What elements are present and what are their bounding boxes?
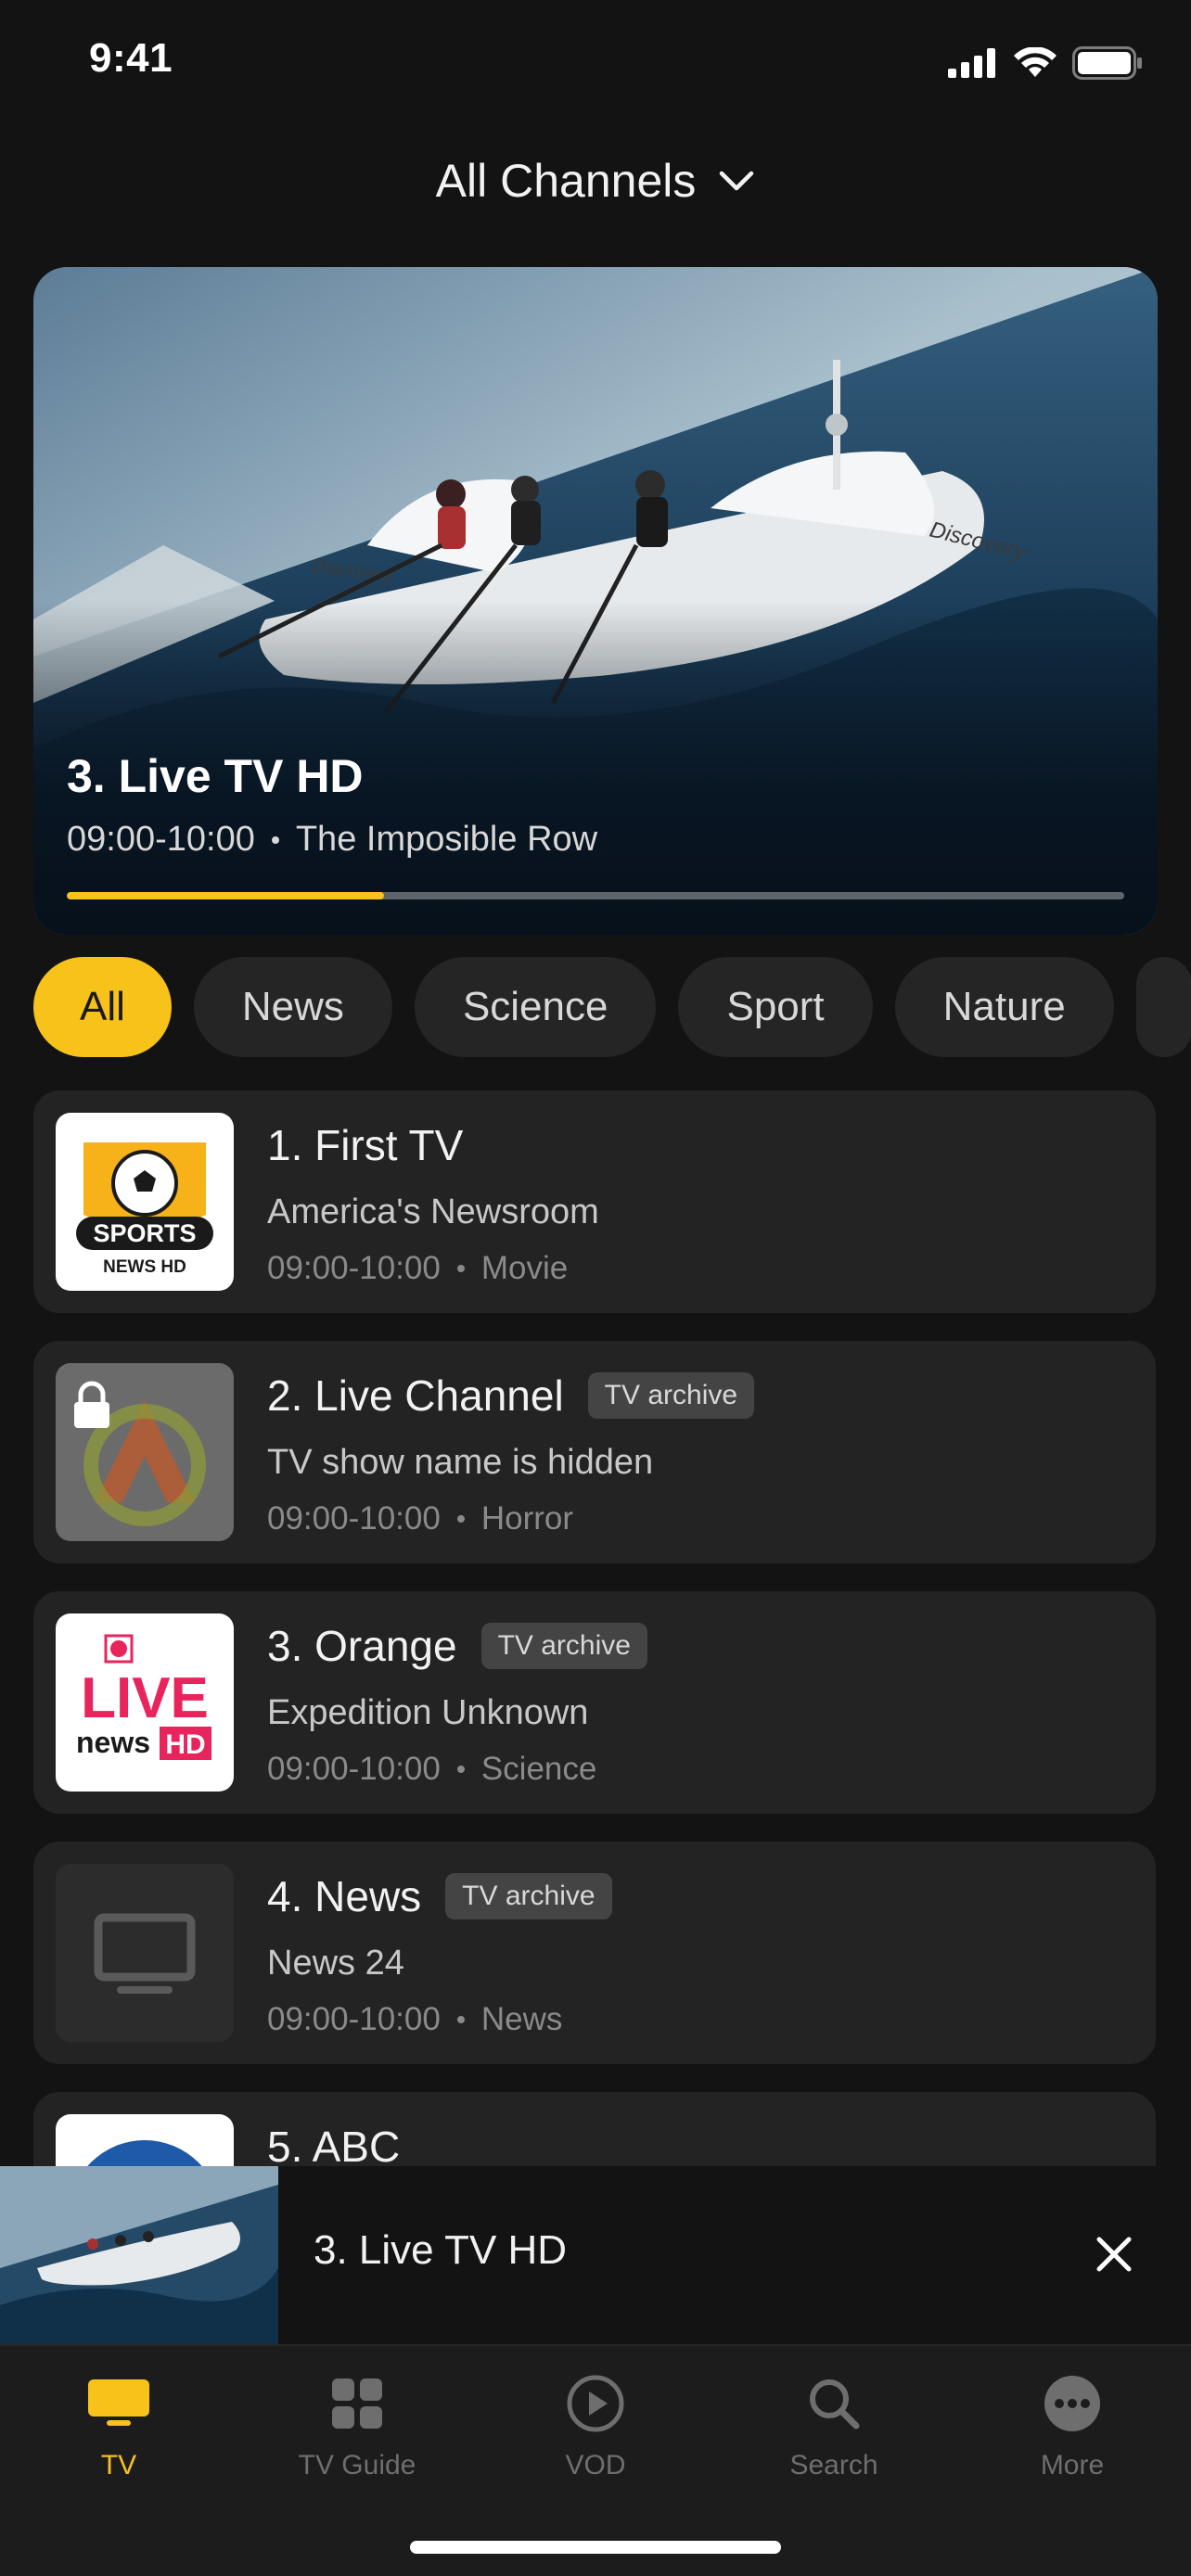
channel-meta: 09:00-10:00 Science xyxy=(267,1751,596,1788)
status-icons xyxy=(948,45,1143,82)
chip-sport[interactable]: Sport xyxy=(678,957,873,1057)
status-bar: 9:41 xyxy=(0,0,1191,121)
channel-time: 09:00-10:00 xyxy=(267,1500,441,1537)
lock-icon xyxy=(74,1381,109,1428)
status-time: 9:41 xyxy=(89,35,173,81)
tv-placeholder-icon xyxy=(94,1913,196,1994)
channel-genre: Science xyxy=(480,1751,597,1787)
tab-tv[interactable]: TV xyxy=(26,2366,211,2487)
mini-player-thumbnail xyxy=(0,2166,278,2344)
tab-label: TV Guide xyxy=(298,2450,416,2480)
svg-text:LIVE: LIVE xyxy=(81,1666,209,1730)
more-icon xyxy=(1044,2376,1100,2431)
sports-news-logo: SPORTS NEWS HD xyxy=(56,1113,234,1291)
channel-program: Expedition Unknown xyxy=(267,1693,589,1732)
channel-row[interactable]: SPORTS NEWS HD 1. First TV America's New… xyxy=(33,1090,1156,1313)
separator-dot xyxy=(456,1265,465,1272)
battery-icon xyxy=(1072,46,1142,80)
channel-time: 09:00-10:00 xyxy=(267,2001,441,2037)
channel-row[interactable]: 2. Live Channel TV archive TV show name … xyxy=(33,1341,1156,1563)
channel-logo-placeholder xyxy=(56,1864,234,2042)
svg-text:NEWS HD: NEWS HD xyxy=(103,1257,186,1277)
featured-channel-card[interactable]: Discovery Discovery 3. Live TV HD 09:00-… xyxy=(33,267,1158,935)
channel-title: 3. Orange xyxy=(267,1622,457,1670)
channel-program: News 24 xyxy=(267,1944,404,1983)
hero-program-info: 09:00-10:00 The Imposible Row xyxy=(67,820,597,860)
separator-dot xyxy=(456,2016,465,2023)
tab-label: More xyxy=(1040,2450,1105,2480)
tv-icon xyxy=(88,2379,149,2426)
tab-label: VOD xyxy=(565,2450,626,2480)
hero-channel-title: 3. Live TV HD xyxy=(67,750,364,802)
hero-progress-fill xyxy=(67,892,384,899)
tab-label: Search xyxy=(789,2450,878,2480)
channel-time: 09:00-10:00 xyxy=(267,1250,441,1286)
channel-program: TV show name is hidden xyxy=(267,1443,654,1482)
tab-tv-guide[interactable]: TV Guide xyxy=(264,2366,450,2487)
close-button[interactable] xyxy=(1083,2224,1145,2285)
cellular-signal-icon xyxy=(948,48,995,78)
channel-meta: 09:00-10:00 Horror xyxy=(267,1500,573,1537)
chevron-down-icon xyxy=(720,171,754,191)
wifi-icon xyxy=(1014,47,1057,77)
hero-program: The Imposible Row xyxy=(295,820,598,859)
channel-genre: News xyxy=(480,2001,563,2037)
chip-all[interactable]: All xyxy=(33,957,172,1057)
separator-dot xyxy=(456,1766,465,1773)
channel-title: 5. ABC xyxy=(267,2123,401,2171)
live-news-logo: LIVE news HD xyxy=(56,1613,234,1792)
tv-archive-badge: TV archive xyxy=(480,1623,647,1669)
tv-archive-badge: TV archive xyxy=(587,1372,755,1419)
tab-bar: TV TV Guide VOD Search More xyxy=(0,2344,1191,2576)
locked-channel-logo xyxy=(56,1363,234,1541)
separator-dot xyxy=(271,835,279,844)
svg-text:news: news xyxy=(76,1726,150,1759)
separator-dot xyxy=(456,1515,465,1523)
channel-program: America's Newsroom xyxy=(267,1192,599,1231)
play-circle-icon xyxy=(567,2375,624,2432)
chip-nature[interactable]: Nature xyxy=(894,957,1114,1057)
channel-meta: 09:00-10:00 Movie xyxy=(267,1250,568,1287)
page-title: All Channels xyxy=(435,155,697,207)
category-filter: All News Science Sport Nature xyxy=(33,957,1191,1057)
hero-progress-bar xyxy=(67,892,1124,899)
channel-group-selector[interactable]: All Channels xyxy=(0,139,1191,223)
chip-more[interactable] xyxy=(1135,957,1191,1057)
tv-archive-badge: TV archive xyxy=(445,1873,612,1919)
channel-genre: Horror xyxy=(480,1500,574,1537)
channel-time: 09:00-10:00 xyxy=(267,1751,441,1787)
channel-meta: 09:00-10:00 News xyxy=(267,2001,562,2038)
mini-player-title: 3. Live TV HD xyxy=(314,2227,568,2273)
channel-title: 1. First TV xyxy=(267,1121,464,1169)
close-icon xyxy=(1096,2237,1132,2272)
hero-time: 09:00-10:00 xyxy=(67,820,255,859)
channel-row[interactable]: 4. News TV archive News 24 09:00-10:00 N… xyxy=(33,1842,1156,2064)
tab-more[interactable]: More xyxy=(980,2366,1165,2487)
tab-search[interactable]: Search xyxy=(741,2366,927,2487)
channel-title: 4. News xyxy=(267,1872,422,1920)
search-icon xyxy=(810,2379,860,2429)
chip-science[interactable]: Science xyxy=(414,957,657,1057)
channel-row[interactable]: LIVE news HD 3. Orange TV archive Expedi… xyxy=(33,1591,1156,1814)
channel-genre: Movie xyxy=(480,1250,569,1286)
svg-text:SPORTS: SPORTS xyxy=(93,1219,196,1247)
channel-title: 2. Live Channel xyxy=(267,1371,564,1420)
tab-vod[interactable]: VOD xyxy=(503,2366,688,2487)
svg-text:HD: HD xyxy=(165,1729,205,1760)
tab-label: TV xyxy=(100,2450,137,2480)
mini-player[interactable]: 3. Live TV HD xyxy=(0,2166,1191,2344)
home-indicator xyxy=(410,2541,781,2554)
grid-icon xyxy=(332,2378,382,2429)
chip-news[interactable]: News xyxy=(193,957,392,1057)
